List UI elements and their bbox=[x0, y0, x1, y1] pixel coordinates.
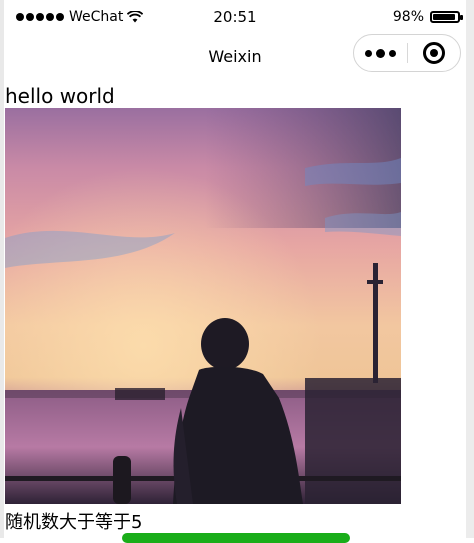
battery-fill bbox=[433, 14, 455, 20]
more-button[interactable] bbox=[354, 35, 407, 71]
target-close-icon bbox=[422, 42, 445, 64]
more-dots-icon bbox=[365, 49, 372, 57]
random-number-text: 随机数大于等于5 bbox=[5, 512, 143, 533]
nav-bar: Weixin bbox=[4, 34, 466, 82]
battery-icon bbox=[430, 11, 463, 23]
menu-capsule bbox=[353, 34, 461, 72]
sunset-photo bbox=[5, 108, 401, 504]
status-bar: WeChat 20:51 98% bbox=[4, 0, 466, 34]
window-frame-right bbox=[466, 0, 474, 538]
status-right: 98% bbox=[392, 9, 463, 25]
green-action-button[interactable] bbox=[122, 533, 350, 543]
hello-text: hello world bbox=[5, 84, 115, 108]
close-button[interactable] bbox=[408, 35, 460, 71]
battery-percent: 98% bbox=[392, 9, 424, 25]
